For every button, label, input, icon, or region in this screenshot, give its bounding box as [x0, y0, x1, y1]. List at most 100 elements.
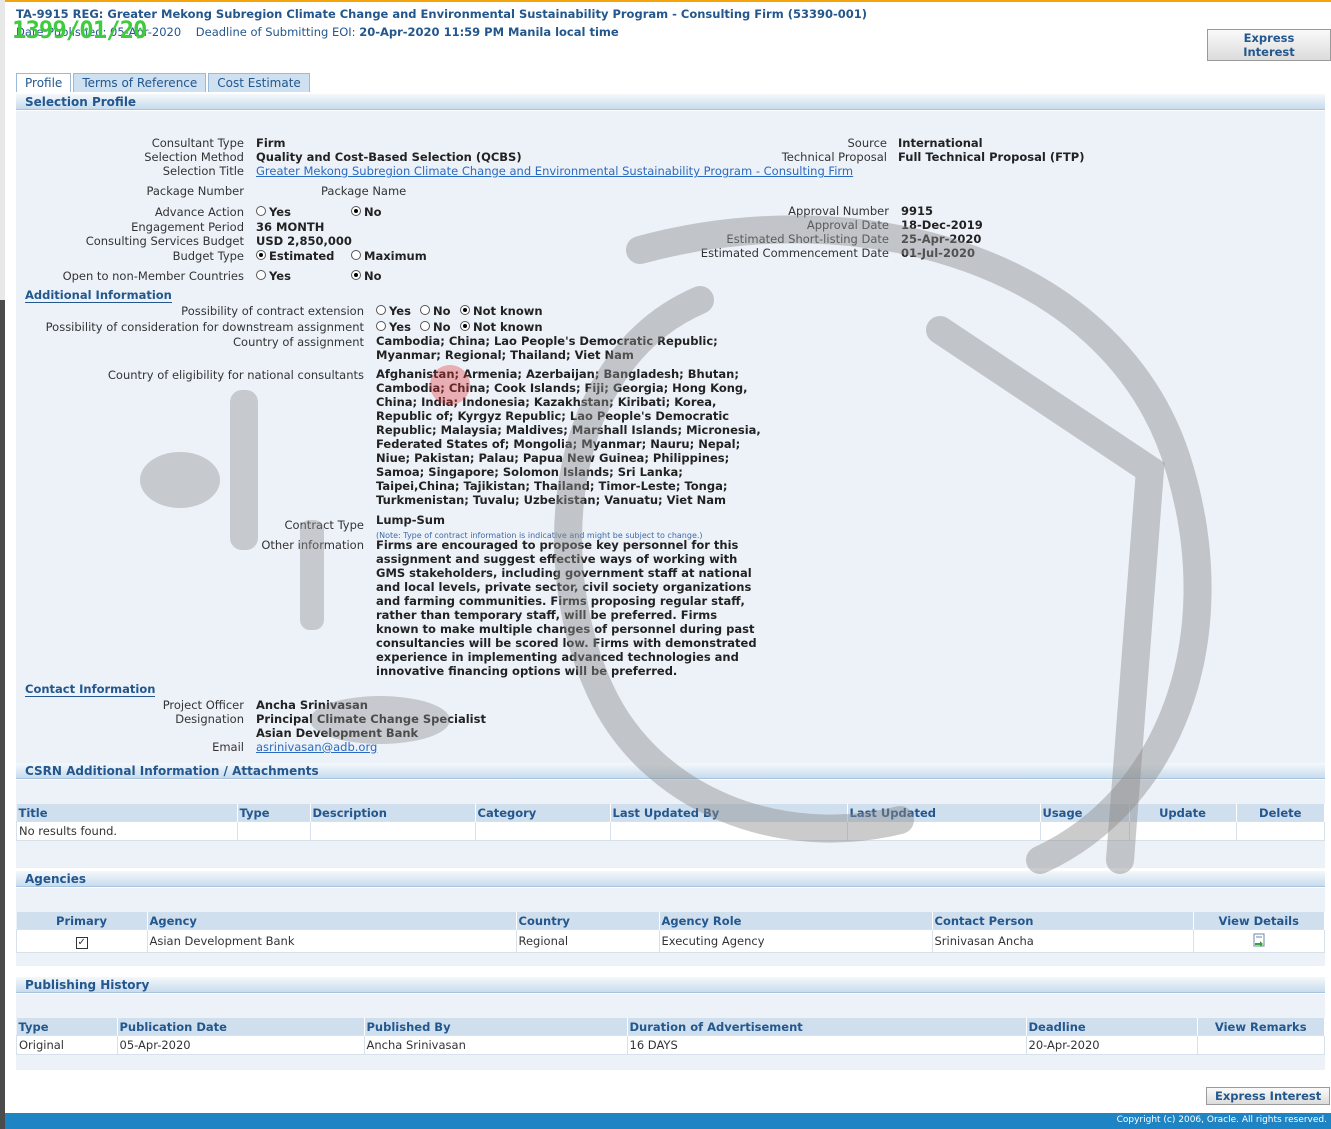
- col-category: Category: [475, 804, 611, 822]
- selection-title-link[interactable]: Greater Mekong Subregion Climate Change …: [256, 164, 853, 178]
- approval-number-label: Approval Number: [788, 204, 889, 218]
- history-duration: 16 DAYS: [626, 1035, 1027, 1055]
- project-officer-label: Project Officer: [162, 698, 244, 712]
- history-type: Original: [16, 1035, 118, 1055]
- tab-profile[interactable]: Profile: [16, 73, 72, 92]
- history-deadline: 20-Apr-2020: [1025, 1035, 1198, 1055]
- contract-extension-label: Possibility of contract extension: [181, 304, 364, 318]
- selection-method-value: Quality and Cost-Based Selection (QCBS): [256, 150, 522, 164]
- extension-yes[interactable]: Yes: [376, 304, 411, 318]
- radio-selected-icon: [351, 206, 361, 216]
- shortlisting-date-label: Estimated Short-listing Date: [726, 232, 889, 246]
- downstream-label: Possibility of consideration for downstr…: [45, 320, 364, 334]
- express-interest-button-top[interactable]: Express Interest: [1207, 29, 1331, 61]
- package-name-label: Package Name: [321, 184, 407, 198]
- attachments-table: Title Type Description Category Last Upd…: [16, 804, 1325, 841]
- col-update: Update: [1129, 804, 1237, 822]
- approval-date-value: 18-Dec-2019: [901, 218, 983, 232]
- downstream-no[interactable]: No: [420, 320, 451, 334]
- radio-selected-icon: [351, 270, 361, 280]
- source-label: Source: [847, 136, 888, 150]
- designation-value: Principal Climate Change Specialist: [256, 712, 486, 726]
- other-info-value: Firms are encouraged to propose key pers…: [376, 538, 757, 678]
- date-stamp: 1399/01/20: [12, 16, 147, 44]
- radio-selected-icon: [460, 305, 470, 315]
- advance-action-label: Advance Action: [154, 205, 244, 219]
- selection-method-label: Selection Method: [144, 150, 244, 164]
- advance-action-yes[interactable]: Yes: [256, 205, 291, 219]
- table-row: No results found.: [16, 821, 1325, 841]
- col-last-updated: Last Updated: [847, 804, 1041, 822]
- extension-no[interactable]: No: [420, 304, 451, 318]
- budget-type-maximum[interactable]: Maximum: [351, 249, 427, 263]
- agencies-header: Agencies: [16, 871, 1325, 887]
- downstream-not-known[interactable]: Not known: [460, 320, 543, 334]
- col-title: Title: [16, 804, 238, 822]
- open-non-member-label: Open to non-Member Countries: [62, 269, 244, 283]
- radio-icon: [376, 305, 386, 315]
- agency-contact: Srinivasan Ancha: [931, 929, 1194, 953]
- col-duration: Duration of Advertisement: [627, 1018, 1027, 1036]
- tab-terms-of-reference[interactable]: Terms of Reference: [73, 73, 207, 92]
- commencement-date-value: 01-Jul-2020: [901, 246, 975, 260]
- radio-icon: [420, 305, 430, 315]
- consultant-type-label: Consultant Type: [151, 136, 244, 150]
- col-view-details: View Details: [1193, 912, 1325, 930]
- engagement-period-label: Engagement Period: [131, 220, 244, 234]
- technical-proposal-label: Technical Proposal: [781, 150, 887, 164]
- radio-selected-icon: [256, 250, 266, 260]
- agency-role: Executing Agency: [658, 929, 933, 953]
- col-published-by: Published By: [364, 1018, 628, 1036]
- copyright-text: Copyright (c) 2006, Oracle. All rights r…: [1116, 1115, 1327, 1125]
- col-view-remarks: View Remarks: [1197, 1018, 1325, 1036]
- budget-label: Consulting Services Budget: [85, 234, 244, 248]
- shortlisting-date-value: 25-Apr-2020: [901, 232, 982, 246]
- budget-type-estimated[interactable]: Estimated: [256, 249, 334, 263]
- email-link[interactable]: asrinivasan@adb.org: [256, 740, 377, 754]
- project-officer-value: Ancha Srinivasan: [256, 698, 368, 712]
- extension-not-known[interactable]: Not known: [460, 304, 543, 318]
- budget-value: USD 2,850,000: [256, 234, 352, 248]
- package-number-label: Package Number: [146, 184, 244, 198]
- approval-date-label: Approval Date: [806, 218, 889, 232]
- col-description: Description: [310, 804, 476, 822]
- source-value: International: [898, 136, 983, 150]
- radio-icon: [351, 250, 361, 260]
- deadline-value: 20-Apr-2020 11:59 PM Manila local time: [359, 25, 619, 39]
- approval-number-value: 9915: [901, 204, 934, 218]
- email-label: Email: [212, 740, 244, 754]
- agency-name: Asian Development Bank: [146, 929, 517, 953]
- left-edge-bar: [0, 0, 5, 1129]
- empty-message: No results found.: [16, 821, 238, 841]
- publishing-history-header: Publishing History: [16, 977, 1325, 993]
- tab-cost-estimate[interactable]: Cost Estimate: [208, 73, 310, 92]
- selection-profile-panel: Consultant Type Firm Selection Method Qu…: [16, 111, 1325, 763]
- advance-action-no[interactable]: No: [351, 205, 382, 219]
- radio-icon: [256, 206, 266, 216]
- col-contact-person: Contact Person: [932, 912, 1194, 930]
- col-country: Country: [516, 912, 660, 930]
- other-info-label: Other information: [261, 538, 364, 552]
- engagement-period-value: 36 MONTH: [256, 220, 325, 234]
- deadline-label: Deadline of Submitting EOI:: [195, 25, 356, 39]
- view-details-icon[interactable]: [1252, 933, 1266, 947]
- open-non-member-no[interactable]: No: [351, 269, 382, 283]
- agencies-table: Primary Agency Country Agency Role Conta…: [16, 912, 1325, 953]
- open-non-member-yes[interactable]: Yes: [256, 269, 291, 283]
- country-assignment-label: Country of assignment: [233, 335, 364, 349]
- express-interest-button-bottom[interactable]: Express Interest: [1206, 1087, 1331, 1105]
- contact-information-heading: Contact Information: [25, 682, 156, 697]
- publishing-history-table: Type Publication Date Published By Durat…: [16, 1018, 1325, 1055]
- additional-information-heading: Additional Information: [25, 288, 172, 303]
- contract-type-label: Contract Type: [284, 518, 364, 532]
- col-delete: Delete: [1236, 804, 1325, 822]
- radio-icon: [376, 321, 386, 331]
- eligibility-label: Country of eligibility for national cons…: [107, 368, 364, 382]
- col-agency: Agency: [147, 912, 517, 930]
- col-deadline: Deadline: [1026, 1018, 1198, 1036]
- downstream-yes[interactable]: Yes: [376, 320, 411, 334]
- designation-label: Designation: [175, 712, 244, 726]
- col-primary: Primary: [16, 912, 148, 930]
- consultant-type-value: Firm: [256, 136, 286, 150]
- history-published-by: Ancha Srinivasan: [363, 1035, 628, 1055]
